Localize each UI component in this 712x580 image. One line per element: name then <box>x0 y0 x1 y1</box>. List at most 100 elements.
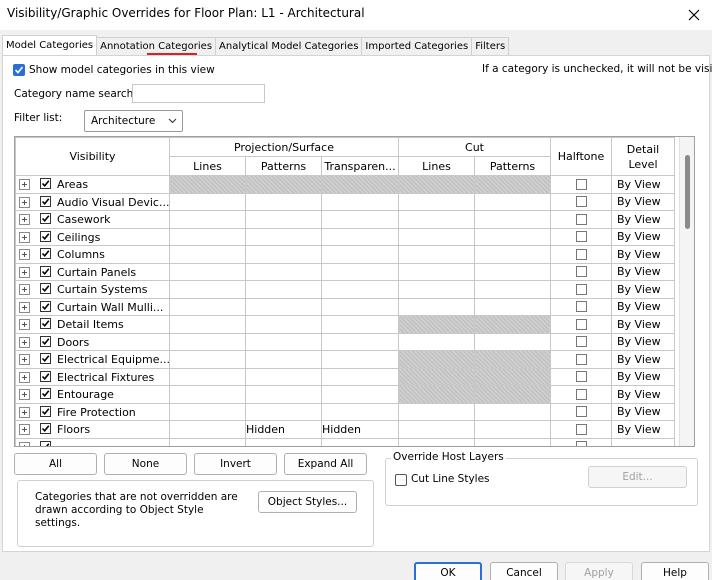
header-cut-patterns[interactable]: Patterns <box>474 156 551 176</box>
proj-transparency-cell[interactable] <box>321 175 399 194</box>
category-search-input[interactable] <box>132 84 265 103</box>
detail-level-cell[interactable]: By View <box>611 297 675 316</box>
category-row[interactable]: Curtain Systems By View <box>15 280 675 299</box>
proj-patterns-cell[interactable] <box>245 367 322 386</box>
proj-patterns-cell[interactable] <box>245 437 322 446</box>
cut-lines-cell[interactable] <box>398 192 475 211</box>
detail-level-cell[interactable]: By View <box>611 227 675 246</box>
detail-level-cell[interactable]: By View <box>611 385 675 404</box>
proj-transparency-cell[interactable] <box>321 280 399 299</box>
proj-lines-cell[interactable] <box>169 315 246 334</box>
proj-lines-cell[interactable] <box>169 332 246 351</box>
detail-level-cell[interactable]: By View <box>611 350 675 369</box>
detail-level-cell[interactable]: By View <box>611 367 675 386</box>
halftone-checkbox[interactable] <box>575 213 587 225</box>
all-button[interactable]: All <box>14 453 97 475</box>
category-row[interactable]: Areas By View <box>15 175 675 194</box>
expand-icon[interactable] <box>19 231 30 243</box>
category-row[interactable]: Audio Visual Devic... By View <box>15 192 675 211</box>
proj-patterns-cell[interactable] <box>245 385 322 404</box>
proj-lines-cell[interactable] <box>169 192 246 211</box>
grid-scrollbar[interactable] <box>679 137 694 446</box>
expand-icon[interactable] <box>19 371 30 383</box>
header-detail-level[interactable]: Detail Level <box>611 137 675 176</box>
cut-patterns-cell[interactable] <box>474 332 551 351</box>
halftone-checkbox[interactable] <box>575 283 587 295</box>
category-visibility-checkbox[interactable] <box>40 248 51 259</box>
cut-lines-cell[interactable] <box>398 437 475 446</box>
halftone-checkbox[interactable] <box>575 248 587 260</box>
halftone-checkbox[interactable] <box>575 371 587 383</box>
none-button[interactable]: None <box>104 453 187 475</box>
help-button[interactable]: Help <box>641 562 709 580</box>
expand-icon[interactable] <box>19 301 30 313</box>
proj-lines-cell[interactable] <box>169 245 246 264</box>
expand-icon[interactable] <box>19 389 30 400</box>
proj-transparency-cell[interactable] <box>321 437 399 446</box>
proj-patterns-cell[interactable] <box>245 297 322 316</box>
cut-lines-cell[interactable] <box>398 402 475 421</box>
halftone-checkbox[interactable] <box>575 423 587 435</box>
proj-patterns-cell[interactable] <box>245 315 322 334</box>
proj-transparency-cell[interactable] <box>321 297 399 316</box>
proj-patterns-cell[interactable]: Hidden <box>245 420 322 439</box>
cut-patterns-cell[interactable] <box>474 175 551 194</box>
cut-patterns-cell[interactable] <box>474 420 551 439</box>
category-visibility-checkbox[interactable] <box>40 423 51 434</box>
proj-transparency-cell[interactable] <box>321 367 399 386</box>
detail-level-cell[interactable]: By View <box>611 192 675 211</box>
proj-lines-cell[interactable] <box>169 437 246 446</box>
category-row[interactable]: Curtain Panels By View <box>15 262 675 281</box>
cancel-button[interactable]: Cancel <box>490 562 558 580</box>
halftone-checkbox[interactable] <box>575 353 587 365</box>
show-model-checkbox[interactable] <box>13 64 25 76</box>
detail-level-cell[interactable]: By View <box>611 175 675 194</box>
category-visibility-checkbox[interactable] <box>40 388 51 399</box>
cut-line-styles-checkbox[interactable] <box>395 474 407 486</box>
halftone-checkbox[interactable] <box>575 318 587 330</box>
cut-patterns-cell[interactable] <box>474 402 551 421</box>
proj-lines-cell[interactable] <box>169 210 246 229</box>
proj-transparency-cell[interactable] <box>321 210 399 229</box>
proj-transparency-cell[interactable]: Hidden <box>321 420 399 439</box>
proj-transparency-cell[interactable] <box>321 385 399 404</box>
proj-patterns-cell[interactable] <box>245 192 322 211</box>
cut-patterns-cell[interactable] <box>474 210 551 229</box>
expand-all-button[interactable]: Expand All <box>284 453 367 475</box>
halftone-checkbox[interactable] <box>575 301 587 313</box>
expand-icon[interactable] <box>19 179 30 190</box>
category-row[interactable]: Columns By View <box>15 245 675 264</box>
category-row[interactable]: Curtain Wall Mulli... By View <box>15 297 675 316</box>
cut-patterns-cell[interactable] <box>474 192 551 211</box>
expand-icon[interactable] <box>19 266 30 278</box>
detail-level-cell[interactable]: By View <box>611 315 675 334</box>
proj-lines-cell[interactable] <box>169 227 246 246</box>
detail-level-cell[interactable]: By View <box>611 332 675 351</box>
category-visibility-checkbox[interactable] <box>40 335 51 347</box>
detail-level-cell[interactable]: By View <box>611 210 675 229</box>
category-visibility-checkbox[interactable] <box>40 300 51 312</box>
tab-model-categories[interactable]: Model Categories <box>2 35 98 55</box>
expand-icon[interactable] <box>19 424 30 435</box>
detail-level-cell[interactable]: By View <box>611 280 675 299</box>
category-row[interactable]: Doors By View <box>15 332 675 351</box>
expand-icon[interactable] <box>19 319 30 330</box>
proj-lines-cell[interactable] <box>169 350 246 369</box>
halftone-checkbox[interactable] <box>575 336 587 348</box>
proj-patterns-cell[interactable] <box>245 350 322 369</box>
proj-patterns-cell[interactable] <box>245 245 322 264</box>
proj-lines-cell[interactable] <box>169 175 246 194</box>
category-visibility-checkbox[interactable] <box>40 440 51 446</box>
category-row[interactable]: Floors Hidden Hidden By View <box>15 420 675 439</box>
proj-lines-cell[interactable] <box>169 420 246 439</box>
category-row[interactable]: Casework By View <box>15 210 675 229</box>
cut-lines-cell[interactable] <box>398 210 475 229</box>
header-proj-lines[interactable]: Lines <box>169 156 246 176</box>
expand-icon[interactable] <box>19 354 30 365</box>
cut-lines-cell[interactable] <box>398 245 475 264</box>
expand-icon[interactable] <box>19 284 30 295</box>
proj-lines-cell[interactable] <box>169 402 246 421</box>
proj-lines-cell[interactable] <box>169 367 246 386</box>
proj-transparency-cell[interactable] <box>321 350 399 369</box>
proj-transparency-cell[interactable] <box>321 192 399 211</box>
